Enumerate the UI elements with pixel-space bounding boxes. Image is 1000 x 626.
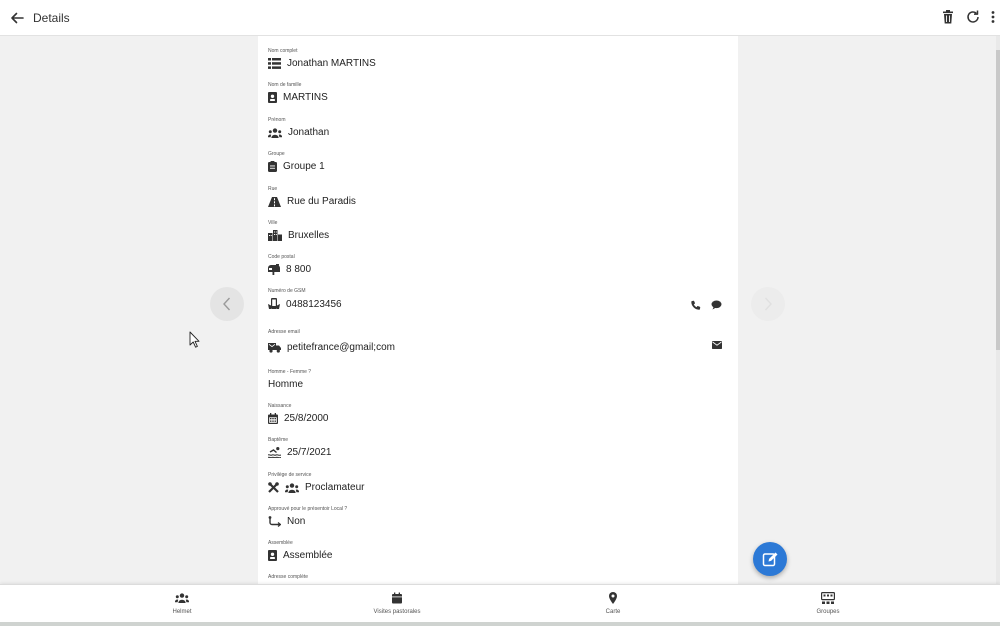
field-value: 25/7/2021 xyxy=(287,447,332,458)
tools-icon xyxy=(268,482,279,493)
details-panel: Nom complet Jonathan MARTINS Nom de fami… xyxy=(258,36,738,584)
calendar-icon xyxy=(268,413,278,424)
chevron-right-icon xyxy=(764,297,772,311)
field-label: Privilège de service xyxy=(268,472,312,478)
app-bar-actions xyxy=(940,9,996,25)
field-group: Groupe Groupe 1 xyxy=(268,151,728,175)
app-bar: Details xyxy=(0,0,1000,36)
route-icon xyxy=(268,516,281,527)
back-arrow-icon[interactable] xyxy=(8,9,26,27)
bottom-nav-map[interactable]: Carte xyxy=(538,585,688,623)
field-value: Non xyxy=(287,516,306,527)
field-first-name: Prénom Jonathan xyxy=(268,117,728,141)
mailbox-icon xyxy=(268,264,280,275)
list-icon xyxy=(268,58,281,69)
field-label: Numéro de GSM xyxy=(268,288,306,294)
field-value: Homme xyxy=(268,379,304,390)
bottom-nav-pastoral-visits[interactable]: Visites pastorales xyxy=(322,585,472,623)
message-icon[interactable] xyxy=(711,300,722,310)
phone-hand-icon xyxy=(268,298,280,309)
page-title: Details xyxy=(33,11,70,25)
bottom-nav-helmet[interactable]: Helmet xyxy=(107,585,257,623)
groups-icon xyxy=(821,592,835,604)
users-icon xyxy=(285,482,299,493)
scrollbar[interactable] xyxy=(996,36,1000,584)
bottom-nav-groups[interactable]: Groupes xyxy=(753,585,903,623)
field-label: Assemblée xyxy=(268,540,293,546)
field-full-name: Nom complet Jonathan MARTINS xyxy=(268,48,728,72)
field-label: Baptême xyxy=(268,437,289,443)
field-label: Nom de famille xyxy=(268,82,302,88)
envelope-icon[interactable] xyxy=(712,341,722,349)
trash-icon[interactable] xyxy=(940,9,956,25)
refresh-icon[interactable] xyxy=(965,9,981,25)
field-value: 0488123456 xyxy=(286,298,342,310)
chevron-left-icon xyxy=(223,297,231,311)
field-label: Homme - Femme ? xyxy=(268,369,312,375)
edit-button[interactable] xyxy=(753,542,787,576)
field-label: Prénom xyxy=(268,117,286,123)
calendar-icon xyxy=(392,592,402,604)
previous-record-button[interactable] xyxy=(210,287,244,321)
field-service-privilege: Privilège de service Proclamateur xyxy=(268,472,728,496)
phone-icon[interactable] xyxy=(691,300,701,310)
field-value: 25/8/2000 xyxy=(284,413,329,424)
field-label: Nom complet xyxy=(268,48,298,54)
field-value: MARTINS xyxy=(283,92,328,103)
field-value: Assemblée xyxy=(283,550,333,561)
field-value: Bruxelles xyxy=(288,230,330,241)
edit-icon xyxy=(762,552,778,567)
field-mobile-number: Numéro de GSM 0488123456 xyxy=(268,288,728,316)
id-badge-icon xyxy=(268,550,277,561)
field-postal-code: Code postal 8 800 xyxy=(268,254,728,278)
scrollbar-thumb[interactable] xyxy=(996,50,1000,350)
mouse-cursor-icon xyxy=(189,331,200,348)
field-birth-date: Naissance 25/8/2000 xyxy=(268,403,728,427)
mail-truck-icon xyxy=(268,343,281,353)
map-pin-icon xyxy=(609,592,617,604)
window-bottom-edge xyxy=(0,622,1000,626)
field-gender: Homme - Femme ? Homme xyxy=(268,369,728,393)
id-badge-icon xyxy=(268,92,277,103)
field-full-address: Adresse complète xyxy=(268,574,728,584)
bottom-nav-label: Helmet xyxy=(172,609,192,615)
bottom-navigation: Helmet Visites pastorales Carte Groupes xyxy=(0,584,1000,622)
field-value: Rue du Paradis xyxy=(287,196,356,207)
bottom-nav-label: Groupes xyxy=(816,609,840,615)
field-label: Groupe xyxy=(268,151,285,157)
field-baptism-date: Baptême 25/7/2021 xyxy=(268,437,728,461)
field-label: Code postal xyxy=(268,254,295,260)
swimmer-icon xyxy=(268,447,281,458)
field-value: 8 800 xyxy=(286,264,312,275)
field-value: Jonathan MARTINS xyxy=(287,58,376,69)
more-vertical-icon[interactable] xyxy=(990,9,996,25)
bottom-nav-label: Carte xyxy=(605,609,621,615)
field-last-name: Nom de famille MARTINS xyxy=(268,82,728,106)
users-icon xyxy=(268,127,282,138)
road-icon xyxy=(268,196,281,207)
field-label: Naissance xyxy=(268,403,292,409)
field-local-display-approved: Approuvé pour le présentoir Local ? Non xyxy=(268,506,728,530)
next-record-button[interactable] xyxy=(751,287,785,321)
field-city: Ville Bruxelles xyxy=(268,220,728,244)
clipboard-icon xyxy=(268,161,277,172)
field-value: Jonathan xyxy=(288,127,330,138)
field-value: Groupe 1 xyxy=(283,161,325,172)
field-label: Rue xyxy=(268,186,278,192)
city-icon xyxy=(268,230,282,241)
field-email-address: Adresse email petitefrance@gmail;com xyxy=(268,329,728,357)
field-congregation: Assemblée Assemblée xyxy=(268,540,728,564)
field-label: Adresse complète xyxy=(268,574,309,580)
users-icon xyxy=(175,593,189,603)
field-label: Approuvé pour le présentoir Local ? xyxy=(268,506,348,512)
bottom-nav-label: Visites pastorales xyxy=(373,609,421,615)
field-value: Proclamateur xyxy=(305,482,365,493)
field-label: Ville xyxy=(268,220,278,226)
field-street: Rue Rue du Paradis xyxy=(268,186,728,210)
field-label: Adresse email xyxy=(268,329,300,335)
field-value: petitefrance@gmail;com xyxy=(287,342,395,353)
